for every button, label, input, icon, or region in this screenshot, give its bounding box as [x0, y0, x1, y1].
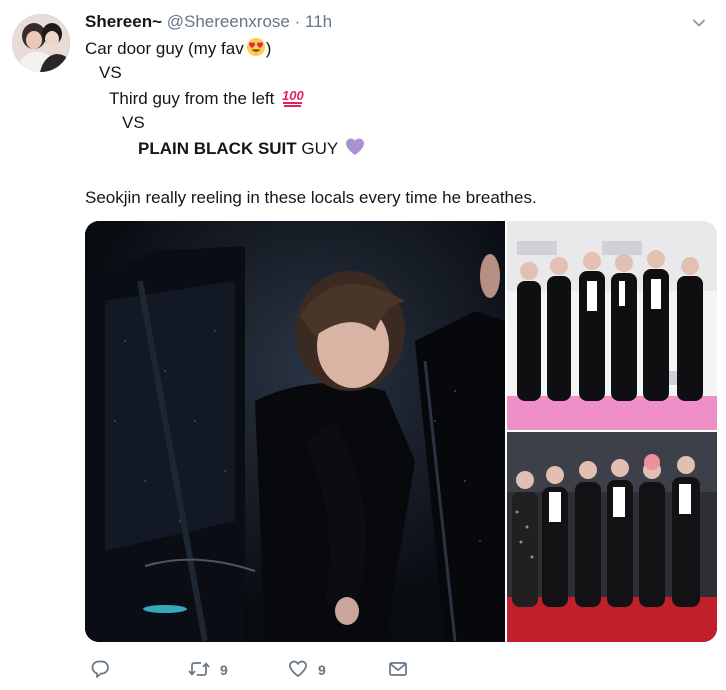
- photo-group-red-carpet[interactable]: [507, 432, 717, 642]
- tweet-text-line-1-close: ): [265, 39, 272, 58]
- timestamp[interactable]: 11h: [305, 12, 332, 31]
- tweet-line-1: Car door guy (my fav ): [85, 37, 271, 63]
- photo-car-door[interactable]: [85, 221, 505, 642]
- tweet-text-line-3: Third guy from the left: [109, 89, 275, 108]
- retweet-icon: [188, 659, 210, 682]
- tweet-text-line-5-rest: GUY: [296, 139, 338, 158]
- tweet-line-2: VS: [99, 63, 122, 82]
- separator-dot: ·: [294, 12, 301, 31]
- media-grid[interactable]: [85, 221, 717, 642]
- tweet-line-6: Seokjin really reeling in these locals e…: [85, 188, 537, 207]
- envelope-icon: [388, 659, 408, 682]
- purple-heart-emoji-icon: [345, 137, 365, 163]
- like-button[interactable]: 9: [288, 656, 326, 684]
- tweet-actions: 9 9: [85, 656, 485, 684]
- user-handle[interactable]: @Shereenxrose: [167, 12, 290, 31]
- reply-icon: [90, 659, 110, 682]
- tweet-text-line-5-bold: PLAIN BLACK SUIT: [138, 139, 297, 158]
- retweet-button[interactable]: 9: [188, 656, 228, 684]
- svg-text:100: 100: [282, 88, 304, 103]
- tweet[interactable]: Shereen~ @Shereenxrose · 11h Car door gu…: [0, 0, 726, 690]
- hundred-points-emoji-icon: 100: [281, 87, 305, 113]
- direct-message-button[interactable]: [388, 656, 408, 684]
- reply-button[interactable]: [90, 656, 110, 684]
- display-name[interactable]: Shereen~: [85, 12, 162, 31]
- tweet-line-3: Third guy from the left 100: [109, 87, 305, 113]
- retweet-count: 9: [220, 662, 228, 678]
- tweet-line-5: PLAIN BLACK SUIT GUY: [138, 137, 365, 163]
- chevron-down-icon[interactable]: [692, 16, 706, 30]
- like-count: 9: [318, 662, 326, 678]
- photo-group-pink-carpet[interactable]: [507, 221, 717, 430]
- tweet-text-line-1: Car door guy (my fav: [85, 39, 244, 58]
- tweet-line-4: VS: [122, 113, 145, 132]
- avatar[interactable]: [12, 14, 70, 72]
- heart-eyes-emoji-icon: [246, 37, 266, 63]
- tweet-header: Shereen~ @Shereenxrose · 11h: [85, 12, 332, 32]
- heart-outline-icon: [288, 659, 308, 682]
